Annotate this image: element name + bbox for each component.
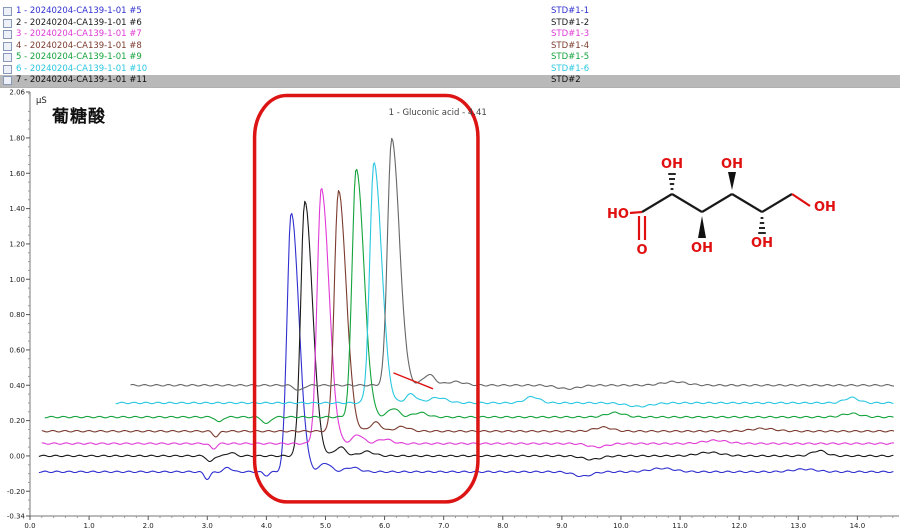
bond (732, 194, 762, 212)
sample-name: 5 - 20240204-CA139-1-01 #9 (16, 52, 551, 64)
y-tick-label: 1.40 (9, 205, 25, 213)
x-tick-label: 6.0 (379, 522, 390, 530)
sample-row[interactable]: 2 - 20240204-CA139-1-01 #6 STD#1-2 (0, 18, 900, 30)
y-unit-label: µS (36, 96, 47, 106)
oh-label: OH (661, 157, 683, 172)
sample-standard-label: STD#1-6 (551, 64, 900, 76)
x-tick-label: 7.0 (438, 522, 449, 530)
x-tick-label: 9.0 (556, 522, 567, 530)
y-tick-label: -0.34 (7, 513, 26, 521)
oh-label: OH (721, 157, 743, 172)
y-tick-label: 2.06 (9, 89, 25, 97)
chromatogram-file-icon (3, 19, 12, 28)
sample-standard-label: STD#1-3 (551, 29, 900, 41)
sample-standard-label: STD#1-2 (551, 18, 900, 30)
chromatogram-file-icon (3, 65, 12, 74)
y-tick-label: -0.20 (7, 488, 25, 496)
x-tick-label: 3.0 (202, 522, 213, 530)
sample-row[interactable]: 5 - 20240204-CA139-1-01 #9 STD#1-5 (0, 52, 900, 64)
y-tick-label: 0.60 (9, 346, 25, 354)
x-tick-label: 13.0 (790, 522, 806, 530)
x-tick-label: 0.0 (24, 522, 35, 530)
ho-label: HO (607, 207, 629, 222)
chromatogram-plot[interactable]: 2.06 1.80 1.60 1.40 1.20 1.00 0.80 0.60 0.40 0.20… (0, 88, 900, 532)
sample-name: 3 - 20240204-CA139-1-01 #7 (16, 29, 551, 41)
x-tick-label: 11.0 (672, 522, 688, 530)
chromatogram-file-icon (3, 53, 12, 62)
chromatogram-file-icon (3, 76, 12, 85)
chromatogram-file-icon (3, 42, 12, 51)
oh-label: OH (691, 241, 713, 256)
x-tick-label: 5.0 (320, 522, 331, 530)
x-tick-label: 10.0 (613, 522, 629, 530)
y-tick-label: 0.20 (9, 417, 25, 425)
sample-name: 2 - 20240204-CA139-1-01 #6 (16, 18, 551, 30)
y-tick-label: 0.00 (9, 452, 25, 460)
solid-wedge (698, 216, 706, 238)
injection-legend: 1 - 20240204-CA139-1-01 #5 STD#1-1 2 - 2… (0, 0, 900, 88)
sample-standard-label: STD#2 (551, 75, 900, 87)
sample-row[interactable]: 6 - 20240204-CA139-1-01 #10 STD#1-6 (0, 64, 900, 76)
sample-row[interactable]: 4 - 20240204-CA139-1-01 #8 STD#1-4 (0, 41, 900, 53)
x-tick-label: 14.0 (850, 522, 866, 530)
gluconic-acid-structure: HO O OH OH OH OH OH (596, 150, 876, 280)
x-tick-label: 8.0 (497, 522, 508, 530)
solid-wedge (728, 172, 736, 190)
sample-row-selected[interactable]: 7 - 20240204-CA139-1-01 #11 STD#2 (0, 75, 900, 87)
sample-name: 1 - 20240204-CA139-1-01 #5 (16, 6, 551, 18)
peak-label: 1 - Gluconic acid - 4.41 (389, 108, 487, 118)
sample-name: 7 - 20240204-CA139-1-01 #11 (16, 75, 551, 87)
sample-row[interactable]: 1 - 20240204-CA139-1-01 #5 STD#1-1 (0, 6, 900, 18)
x-tick-label: 12.0 (731, 522, 747, 530)
y-tick-label: 1.00 (9, 276, 25, 284)
sample-name: 4 - 20240204-CA139-1-01 #8 (16, 41, 551, 53)
y-tick-label: 1.60 (9, 170, 25, 178)
chromatogram-file-icon (3, 7, 12, 16)
bond (642, 194, 672, 212)
bond (702, 194, 732, 212)
x-tick-label: 4.0 (261, 522, 272, 530)
sample-standard-label: STD#1-4 (551, 41, 900, 53)
oh-label: OH (814, 200, 836, 215)
chromatography-app: { "legend": { "items": [ {"name": "1 - 2… (0, 0, 900, 532)
y-tick-label: 0.40 (9, 382, 25, 390)
chromatogram-file-icon (3, 30, 12, 39)
y-tick-label: 1.80 (9, 134, 25, 142)
x-tick-label: 2.0 (143, 522, 154, 530)
y-tick-label: 1.20 (9, 240, 25, 248)
analyte-name-cn: 葡糖酸 (52, 102, 106, 127)
bond (792, 194, 810, 206)
sample-name: 6 - 20240204-CA139-1-01 #10 (16, 64, 551, 76)
oh-label: OH (751, 236, 773, 251)
bond (672, 194, 702, 212)
bond (762, 194, 792, 212)
sample-standard-label: STD#1-1 (551, 6, 900, 18)
bond (630, 212, 642, 213)
x-tick-label: 1.0 (84, 522, 95, 530)
sample-row[interactable]: 3 - 20240204-CA139-1-01 #7 STD#1-3 (0, 29, 900, 41)
sample-standard-label: STD#1-5 (551, 52, 900, 64)
carbonyl-o-label: O (636, 243, 647, 258)
y-tick-label: 0.80 (9, 311, 25, 319)
